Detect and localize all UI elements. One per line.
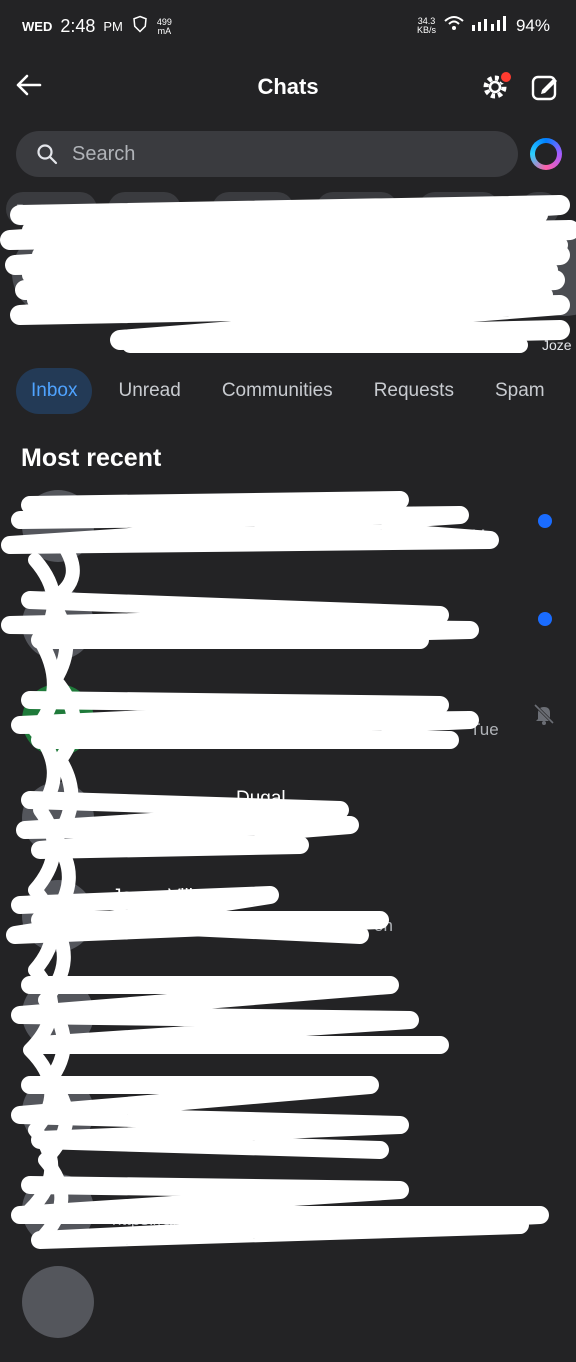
chat-name: Dugal — [236, 788, 286, 809]
avatar — [22, 490, 94, 562]
chat-preview: https://amzn.goo.gl.com/... — [112, 1210, 312, 1229]
avatar — [22, 880, 94, 952]
chat-preview: on — [374, 916, 393, 935]
avatar[interactable] — [522, 230, 576, 316]
note-bubble[interactable]: g a — [520, 192, 560, 226]
avatar — [22, 1174, 94, 1246]
chat-row[interactable] — [0, 1266, 576, 1362]
compose-edit-icon[interactable] — [530, 72, 560, 102]
search-input[interactable]: Search — [72, 143, 135, 166]
chat-preview: PM — [460, 526, 486, 545]
tab-inbox[interactable]: Inbox — [16, 368, 93, 414]
chat-row[interactable]: Dugal photo · Tue — [0, 782, 576, 878]
data-rate-unit: mA — [157, 25, 172, 36]
meta-ai-icon[interactable] — [530, 138, 562, 170]
status-day: WED — [22, 19, 53, 34]
avatar[interactable] — [12, 230, 98, 316]
unread-dot — [538, 514, 552, 528]
note-name: Zhander ... — [424, 337, 492, 353]
search-icon — [36, 143, 58, 165]
chat-row[interactable]: Rea Mickeal G PM — [0, 490, 576, 586]
chat-preview: Tue — [470, 720, 499, 739]
avatar — [22, 978, 94, 1050]
chat-row[interactable]: https://amzn.goo.gl.com/... — [0, 1174, 576, 1270]
net-speed-readout: 34.3 KB/s — [416, 16, 436, 35]
avatar[interactable] — [420, 230, 506, 316]
tab-communities[interactable]: Communities — [207, 368, 348, 414]
note-name: Joze — [542, 337, 572, 353]
note-name: Centeno — [328, 337, 381, 353]
section-title: Most recent — [21, 444, 162, 472]
note-bubble[interactable] — [316, 192, 398, 226]
muted-bell-icon — [532, 702, 556, 726]
app-header: Chats — [0, 62, 576, 114]
tab-requests[interactable]: Requests — [359, 368, 469, 414]
brave-shield-icon — [131, 15, 149, 38]
note-bubble[interactable] — [418, 192, 500, 226]
avatar — [22, 1266, 94, 1338]
chat-preview: g — [112, 624, 122, 643]
chat-row[interactable]: g — [0, 588, 576, 684]
chat-row[interactable]: Tue — [0, 684, 576, 780]
tab-unread[interactable]: Unread — [103, 368, 195, 414]
signal-icon — [471, 15, 508, 36]
chat-row[interactable]: Jenny Villa on — [0, 880, 576, 976]
avatar — [22, 1076, 94, 1148]
avatar — [22, 588, 94, 660]
status-ampm: PM — [103, 19, 123, 34]
avatar[interactable] — [114, 230, 200, 316]
avatar — [22, 782, 94, 854]
tab-spam[interactable]: Spam — [480, 368, 560, 414]
data-rate-readout: 499 mA — [157, 17, 172, 36]
settings-gear-icon[interactable] — [480, 70, 513, 102]
status-bar: WED 2:48 PM 499 mA 34.3 KB/s 94% — [0, 0, 576, 56]
chat-row[interactable] — [0, 1076, 576, 1172]
filter-tabs: Inbox Unread Communities Requests Spam — [16, 368, 571, 414]
chat-name: Jenny Villa — [112, 886, 204, 907]
note-bubble[interactable]: Maintain — [108, 192, 181, 226]
avatar[interactable] — [318, 230, 404, 316]
status-time: 2:48 — [60, 16, 96, 36]
search-bar[interactable]: Search — [16, 131, 518, 177]
note-name: Aldo Olatan — [218, 337, 292, 353]
chat-name: Rea Mickeal G — [112, 496, 237, 517]
unread-dot — [538, 612, 552, 626]
note-bubble[interactable] — [212, 192, 294, 226]
net-speed-unit: KB/s — [416, 24, 436, 35]
chat-row[interactable] — [0, 978, 576, 1074]
note-bubble[interactable]: Post a note — [6, 192, 97, 226]
chat-preview: photo · Tue — [210, 818, 297, 837]
battery-level: 94% — [515, 15, 550, 35]
notification-dot — [499, 70, 513, 84]
notes-strip: Post a note Maintain g a Aldo Olatan Cen… — [0, 190, 576, 360]
avatar — [22, 684, 94, 756]
avatar[interactable] — [216, 230, 302, 316]
wifi-icon — [444, 15, 464, 36]
